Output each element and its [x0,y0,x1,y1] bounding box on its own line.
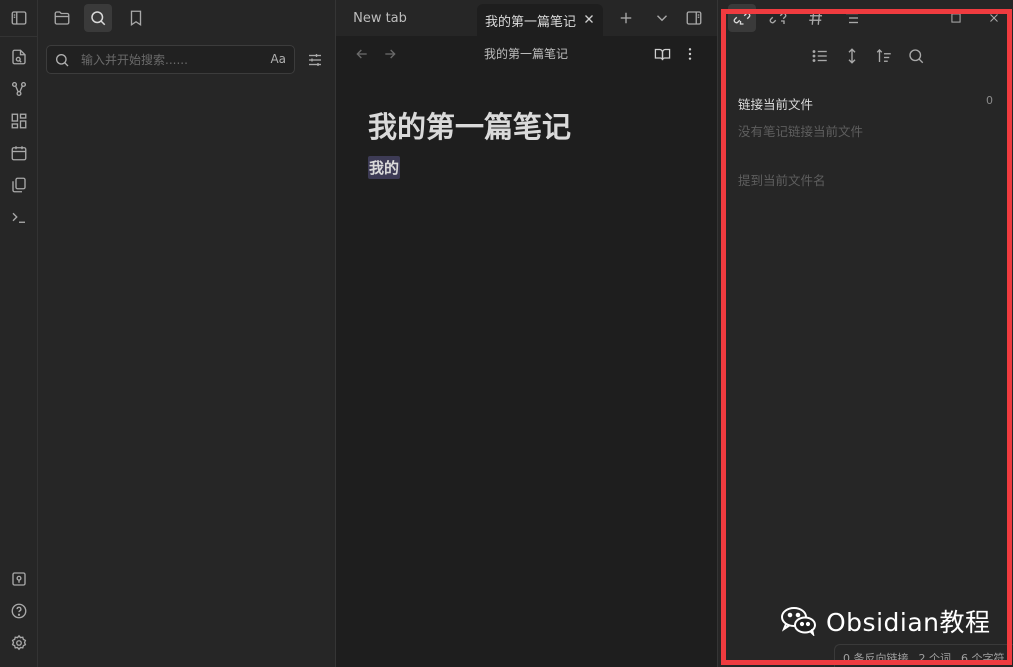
status-bar: 0 条反向链接 2 个词 6 个字符 [834,644,1013,667]
collapse-results-icon[interactable] [808,44,832,68]
search-icon[interactable] [84,4,112,32]
left-sidebar: Aa [38,0,336,667]
right-sidebar-tabs [718,0,1013,36]
folder-icon[interactable] [48,4,76,32]
wechat-logo-icon [780,606,818,638]
search-filter-icon[interactable] [904,44,928,68]
vault-icon[interactable] [5,565,33,593]
graph-icon[interactable] [5,75,33,103]
status-backlinks[interactable]: 0 条反向链接 [843,652,909,665]
linked-mentions-count: 0 [986,94,993,107]
help-icon[interactable] [5,597,33,625]
new-tab-plus-icon[interactable] [612,4,640,32]
left-sidebar-tabs [38,0,336,36]
note-body-text[interactable]: 我的 [368,156,401,179]
templates-icon[interactable] [5,171,33,199]
maximize-icon[interactable] [942,4,970,32]
tab-strip: New tab 我的第一篇笔记 [336,0,717,36]
note-heading[interactable]: 我的第一篇笔记 [368,104,571,146]
tab-new-tab[interactable]: New tab [336,0,424,36]
view-header-title[interactable]: 我的第一篇笔记 [436,45,616,62]
backlinks-icon[interactable] [728,4,756,32]
command-palette-icon[interactable] [5,203,33,231]
canvas-icon[interactable] [5,107,33,135]
linked-mentions-empty: 没有笔记链接当前文件 [738,124,864,139]
sort-order-icon[interactable] [872,44,896,68]
search-settings-icon[interactable] [301,46,329,74]
linked-mentions-title[interactable]: 链接当前文件 [738,94,813,113]
tags-icon[interactable] [802,4,830,32]
chevron-down-icon[interactable] [648,4,676,32]
editor-pane: 我的第一篇笔记 我的第一篇笔记 我的 [336,36,717,667]
back-arrow-icon[interactable] [352,44,372,64]
match-case-toggle[interactable]: Aa [270,52,286,66]
tab-active-note[interactable]: 我的第一篇笔记 [477,4,603,36]
settings-icon[interactable] [5,629,33,657]
search-input-container[interactable]: Aa [46,45,295,74]
quick-switcher-icon[interactable] [5,43,33,71]
outgoing-links-icon[interactable] [764,4,792,32]
bookmark-icon[interactable] [122,4,150,32]
expand-context-icon[interactable] [840,44,864,68]
close-tab-icon[interactable] [581,11,597,27]
more-options-icon[interactable] [680,44,700,64]
daily-note-icon[interactable] [5,139,33,167]
search-icon [54,52,70,68]
ribbon-divider [0,36,38,37]
search-input[interactable] [81,50,261,70]
outline-icon[interactable] [838,4,866,32]
ribbon [0,0,38,667]
status-chars: 6 个字符 [961,652,1005,665]
right-sidebar: 链接当前文件 0 没有笔记链接当前文件 提到当前文件名 [717,0,1013,667]
watermark-text: Obsidian教程 [826,608,991,637]
status-words: 2 个词 [918,652,952,665]
close-icon[interactable] [980,4,1008,32]
forward-arrow-icon[interactable] [380,44,400,64]
reading-view-icon[interactable] [652,44,672,64]
tab-label: 我的第一篇笔记 [485,15,577,30]
right-sidebar-toggle-icon[interactable] [680,4,708,32]
unlinked-mentions-title[interactable]: 提到当前文件名 [738,170,826,189]
watermark: Obsidian教程 [780,603,991,639]
sidebar-toggle-icon[interactable] [5,4,33,32]
